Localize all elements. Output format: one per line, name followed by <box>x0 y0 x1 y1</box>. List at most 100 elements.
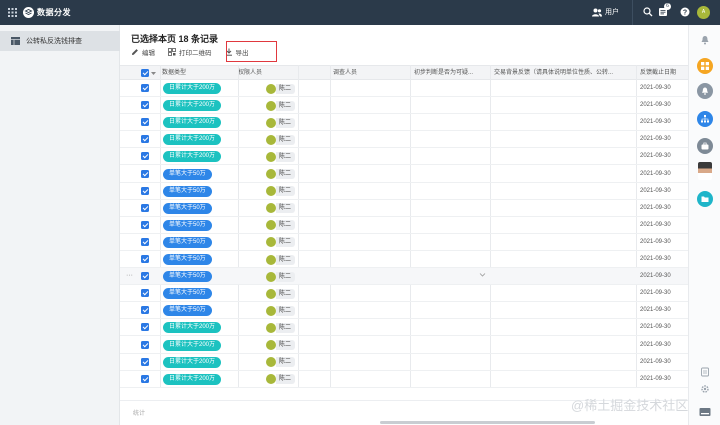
row-checkbox[interactable] <box>141 203 149 212</box>
feedback-deadline-cell: 2021-09-30 <box>640 102 671 109</box>
permission-person-chip[interactable]: 陈二 <box>266 288 296 299</box>
person-name: 陈二 <box>276 254 296 265</box>
row-checkbox[interactable] <box>141 272 149 281</box>
column-header-data-type[interactable]: 数据类型 <box>162 66 232 81</box>
table-row[interactable]: 日累计大于200万 陈二 2021-09-30 <box>120 371 688 388</box>
table-row[interactable]: 单笔大于50万 陈二 2021-09-30 <box>120 166 688 183</box>
person-avatar <box>266 271 276 282</box>
table-row[interactable]: 日累计大于200万 陈二 2021-09-30 <box>120 337 688 354</box>
row-checkbox[interactable] <box>141 323 149 332</box>
table-row[interactable]: 单笔大于50万 陈二 2021-09-30 <box>120 302 688 320</box>
column-header-suspicious-judgement[interactable]: 初步判断是否为可疑... <box>414 66 488 81</box>
table-row[interactable]: 日累计大于200万 陈二 2021-09-30 <box>120 319 688 337</box>
column-header-transaction-feedback[interactable]: 交易背景反馈（请具体说明单位性质、公转... <box>494 66 632 81</box>
table-row[interactable]: 单笔大于50万 陈二 2021-09-30 <box>120 200 688 217</box>
table-row[interactable]: 日累计大于200万 陈二 2021-09-30 <box>120 80 688 97</box>
search-icon[interactable] <box>643 7 653 17</box>
table-row[interactable]: 单笔大于50万 陈二 2021-09-30 <box>120 234 688 251</box>
permission-person-chip[interactable]: 陈二 <box>266 340 296 351</box>
sidebar-item-aml-check[interactable]: 公转私反洗钱排查 <box>0 31 120 51</box>
horizontal-scrollbar[interactable] <box>380 421 595 424</box>
data-type-tag: 日累计大于200万 <box>163 83 222 94</box>
permission-person-chip[interactable]: 陈二 <box>266 271 296 282</box>
row-checkbox[interactable] <box>141 340 149 349</box>
right-toolbar <box>688 25 720 425</box>
permission-person-chip[interactable]: 陈二 <box>266 151 296 162</box>
permission-person-chip[interactable]: 陈二 <box>266 203 296 214</box>
permission-person-chip[interactable]: 陈二 <box>266 83 296 94</box>
users-button[interactable]: 用户 <box>592 7 619 17</box>
user-avatar[interactable]: A <box>697 6 710 19</box>
table-row[interactable]: 单笔大于50万 陈二 2021-09-30 <box>120 251 688 268</box>
folder-shortcut[interactable] <box>697 191 713 207</box>
briefcase-icon <box>701 142 709 150</box>
permission-person-chip[interactable]: 陈二 <box>266 357 296 368</box>
table-row[interactable]: 单笔大于50万 陈二 2021-09-30 <box>120 285 688 303</box>
contact-photo-avatar[interactable] <box>698 162 712 180</box>
main-panel: 已选择本页 18 条记录 编辑 打印二维码 导出 数据类型 权限人员 调查人员 … <box>120 25 688 425</box>
person-avatar <box>266 151 276 162</box>
statistics-label[interactable]: 统计 <box>133 408 145 417</box>
dropdown-chevron-icon[interactable] <box>479 271 486 278</box>
person-avatar <box>266 254 276 265</box>
permission-person-chip[interactable]: 陈二 <box>266 322 296 333</box>
apps-grid-icon[interactable] <box>8 8 17 17</box>
row-checkbox[interactable] <box>141 186 149 195</box>
help-icon[interactable]: ? <box>680 7 690 17</box>
notifications-shortcut[interactable] <box>697 83 713 99</box>
row-checkbox[interactable] <box>141 374 149 383</box>
row-checkbox[interactable] <box>141 135 149 144</box>
notification-badge: 6 <box>664 3 671 10</box>
row-checkbox[interactable] <box>141 84 149 92</box>
sidebar: 公转私反洗钱排查 <box>0 25 120 425</box>
org-chart-shortcut[interactable] <box>697 111 713 127</box>
table-row[interactable]: 日累计大于200万 陈二 2021-09-30 <box>120 97 688 115</box>
permission-person-chip[interactable]: 陈二 <box>266 186 296 197</box>
edit-button[interactable]: 编辑 <box>131 47 155 57</box>
row-checkbox[interactable] <box>141 237 149 246</box>
table-row[interactable]: 日累计大于200万 陈二 2021-09-30 <box>120 354 688 371</box>
top-bar: 数据分发 用户 6 ? A <box>0 0 720 25</box>
table-row[interactable]: 单笔大于50万 陈二 2021-09-30 <box>120 183 688 200</box>
row-checkbox[interactable] <box>141 357 149 366</box>
row-more-icon[interactable]: ··· <box>126 272 133 279</box>
permission-person-chip[interactable]: 陈二 <box>266 374 296 385</box>
settings-icon[interactable] <box>700 384 710 394</box>
column-header-feedback-deadline[interactable]: 反馈截止日期 <box>640 66 688 81</box>
data-type-tag: 单笔大于50万 <box>163 168 212 180</box>
column-header-permission-person[interactable]: 权限人员 <box>238 66 298 81</box>
briefcase-shortcut[interactable] <box>697 138 713 154</box>
permission-person-chip[interactable]: 陈二 <box>266 117 296 128</box>
permission-person-chip[interactable]: 陈二 <box>266 254 296 265</box>
document-icon[interactable] <box>700 367 710 377</box>
permission-person-chip[interactable]: 陈二 <box>266 220 296 231</box>
permission-person-chip[interactable]: 陈二 <box>266 100 296 111</box>
chevron-down-icon[interactable] <box>151 72 156 75</box>
row-checkbox[interactable] <box>141 220 149 229</box>
person-avatar <box>266 374 276 385</box>
row-checkbox[interactable] <box>141 152 149 161</box>
table-row[interactable]: 日累计大于200万 陈二 2021-09-30 <box>120 114 688 132</box>
row-checkbox[interactable] <box>141 255 149 263</box>
bell-icon[interactable] <box>700 35 710 45</box>
table-row[interactable]: ··· 单笔大于50万 陈二 2021-09-30 <box>120 268 688 286</box>
print-qr-button[interactable]: 打印二维码 <box>168 47 212 57</box>
row-checkbox[interactable] <box>141 118 149 127</box>
permission-person-chip[interactable]: 陈二 <box>266 237 296 248</box>
permission-person-chip[interactable]: 陈二 <box>266 169 296 180</box>
select-all-checkbox[interactable] <box>141 69 149 77</box>
apps-shortcut[interactable] <box>697 58 713 74</box>
table-row[interactable]: 单笔大于50万 陈二 2021-09-30 <box>120 217 688 234</box>
feedback-deadline-cell: 2021-09-30 <box>640 307 671 314</box>
column-header-investigator[interactable]: 调查人员 <box>333 66 403 81</box>
row-checkbox[interactable] <box>141 289 149 298</box>
row-checkbox[interactable] <box>141 169 149 178</box>
table-row[interactable]: 日累计大于200万 陈二 2021-09-30 <box>120 148 688 166</box>
permission-person-chip[interactable]: 陈二 <box>266 305 296 316</box>
keyboard-icon[interactable] <box>699 407 711 417</box>
permission-person-chip[interactable]: 陈二 <box>266 134 296 145</box>
person-name: 陈二 <box>276 117 296 128</box>
table-row[interactable]: 日累计大于200万 陈二 2021-09-30 <box>120 131 688 149</box>
row-checkbox[interactable] <box>141 306 149 315</box>
row-checkbox[interactable] <box>141 101 149 110</box>
